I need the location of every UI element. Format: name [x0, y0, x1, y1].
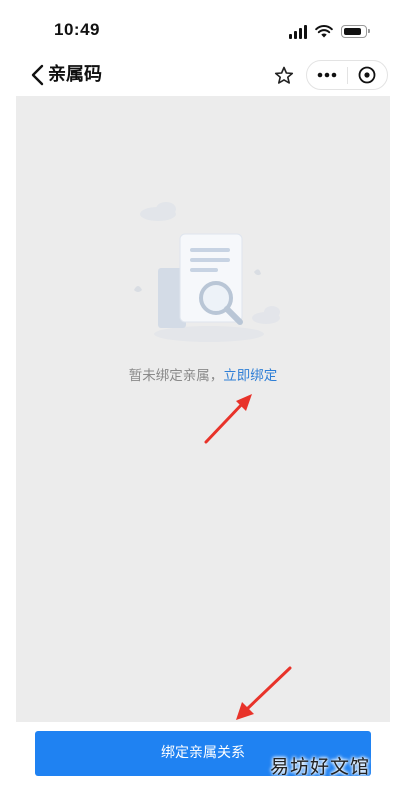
bind-now-link[interactable]: 立即绑定 [223, 368, 277, 384]
nav-bar: 亲属码 [0, 58, 419, 94]
mini-program-capsule [306, 60, 388, 90]
more-dots-icon [317, 72, 337, 78]
star-icon [274, 66, 294, 84]
document-search-icon [134, 202, 280, 342]
content-area: 暂未绑定亲属，立即绑定 [16, 96, 390, 722]
status-time: 10:49 [54, 20, 100, 39]
close-button[interactable] [348, 61, 388, 89]
page-title: 亲属码 [48, 64, 102, 85]
watermark-text: 易坊好文馆 [270, 756, 371, 778]
page: 10:49 亲属码 暂未绑定亲属，立即绑定 绑定亲属关系 易坊好文馆 [0, 0, 419, 799]
empty-state-text: 暂未绑定亲属， [128, 368, 224, 384]
signal-icon [289, 25, 309, 39]
close-circle-icon [358, 66, 376, 84]
wifi-icon [315, 25, 333, 38]
more-button[interactable] [307, 61, 347, 89]
battery-icon [341, 25, 370, 38]
favorite-button[interactable] [270, 62, 298, 90]
back-chevron-icon[interactable] [28, 62, 48, 88]
empty-state-message: 暂未绑定亲属，立即绑定 [16, 366, 390, 386]
status-bar: 10:49 [0, 0, 419, 58]
